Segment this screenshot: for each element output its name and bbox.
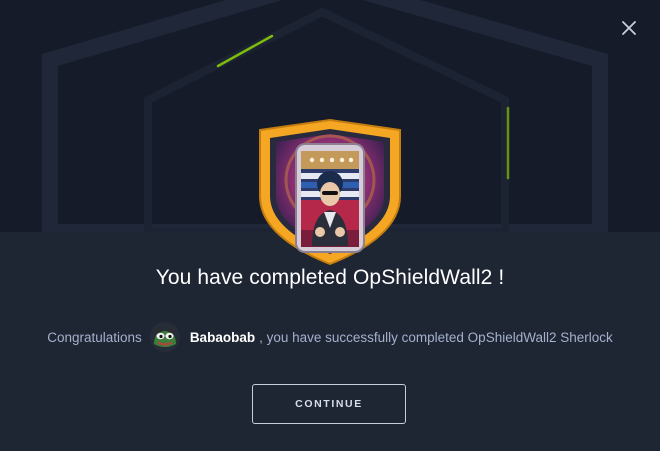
message-prefix: Congratulations xyxy=(47,329,142,345)
completion-message: Congratulations Babaobab , you have succ… xyxy=(0,322,660,352)
continue-button[interactable]: CONTINUE xyxy=(252,384,406,424)
message-suffix: , you have successfully completed OpShie… xyxy=(259,329,613,345)
close-icon xyxy=(622,21,636,35)
user-avatar-frog-icon xyxy=(149,322,180,352)
close-button[interactable] xyxy=(616,15,642,41)
sherlock-badge-icon xyxy=(259,118,401,266)
completion-title: You have completed OpShieldWall2 ! xyxy=(155,266,505,289)
username: Babaobab xyxy=(189,329,256,345)
completion-modal: You have completed OpShieldWall2 ! Congr… xyxy=(0,0,660,451)
